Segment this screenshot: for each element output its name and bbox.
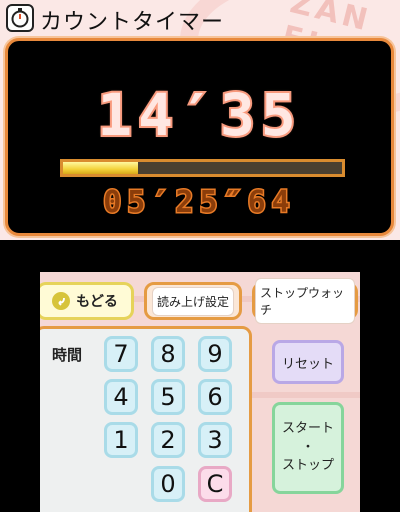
key-1[interactable]: 1 xyxy=(104,422,138,458)
key-3[interactable]: 3 xyxy=(198,422,232,458)
remaining-time-readout: 05′25″64 xyxy=(102,184,296,222)
key-7[interactable]: 7 xyxy=(104,336,138,372)
progress-fill xyxy=(63,162,139,174)
reset-label: リセット xyxy=(281,356,334,372)
key-2[interactable]: 2 xyxy=(151,422,185,458)
clear-key[interactable]: C xyxy=(198,466,232,502)
key-4[interactable]: 4 xyxy=(104,379,138,415)
start-label: スタート xyxy=(281,420,334,436)
timer-display: 14′35 05′25″64 xyxy=(5,38,394,236)
start-stop-button[interactable]: スタート ・ ストップ xyxy=(272,402,344,494)
stopwatch-label: ストップウォッチ xyxy=(255,278,355,324)
top-screen: ZAN FI カウントタイマー 14′35 05′25″64 xyxy=(0,0,400,240)
readout-settings-button[interactable]: 読み上げ設定 xyxy=(144,282,242,320)
key-5[interactable]: 5 xyxy=(151,379,185,415)
app-title: カウントタイマー xyxy=(40,10,225,35)
separator-dot: ・ xyxy=(301,439,315,455)
key-8[interactable]: 8 xyxy=(151,336,185,372)
back-label: もどる xyxy=(76,294,118,310)
stopwatch-button[interactable]: ストップウォッチ xyxy=(252,278,358,324)
title-bar: カウントタイマー xyxy=(0,0,400,36)
key-9[interactable]: 9 xyxy=(198,336,232,372)
readout-settings-label: 読み上げ設定 xyxy=(151,286,234,316)
key-0[interactable]: 0 xyxy=(151,466,185,502)
back-button[interactable]: もどる xyxy=(40,282,134,320)
hours-unit-label: 時間 xyxy=(52,346,83,364)
main-time-readout: 14′35 xyxy=(95,79,302,151)
reset-button[interactable]: リセット xyxy=(272,340,344,384)
key-6[interactable]: 6 xyxy=(198,379,232,415)
stop-label: ストップ xyxy=(281,458,334,474)
back-arrow-icon xyxy=(52,292,71,310)
progress-bar xyxy=(60,159,345,177)
bottom-screen: もどる 読み上げ設定 ストップウォッチ 時間 7 8 9 4 5 6 1 2 3… xyxy=(40,272,360,512)
stopwatch-icon xyxy=(6,4,34,32)
